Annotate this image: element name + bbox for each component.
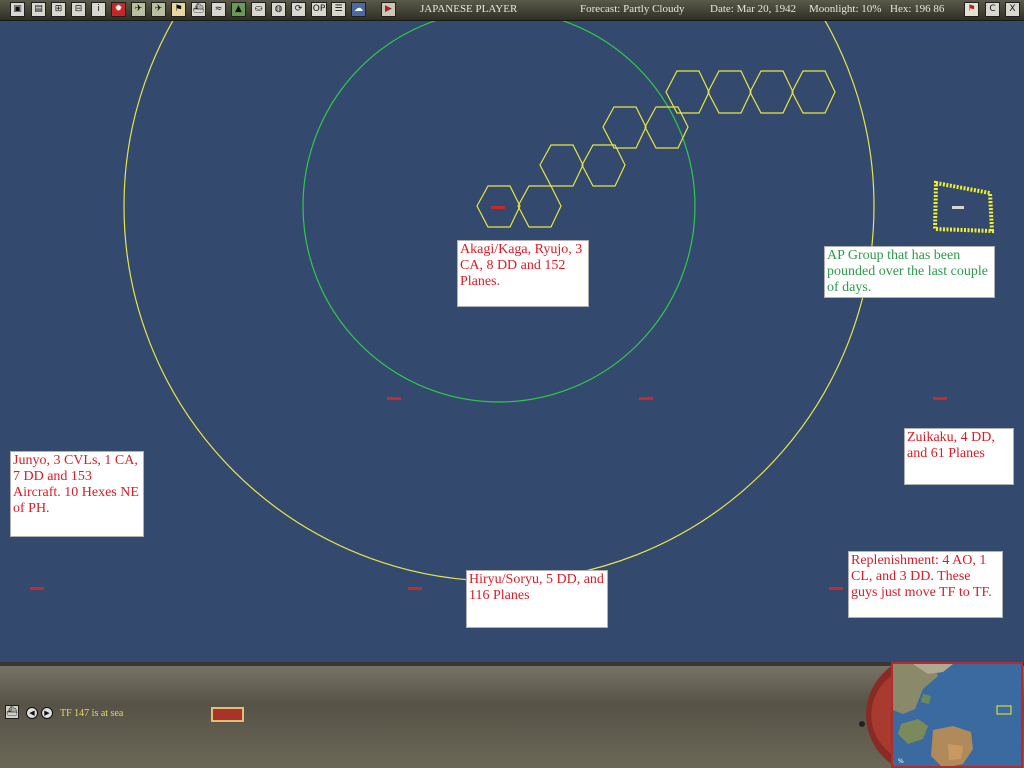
c-button-label: C <box>989 4 996 14</box>
globe-icon[interactable]: ◍ <box>271 2 286 17</box>
top-toolbar: ▣ ▤ ⊞ ⊟ i ✹ ✈ ✈ ⚑ ⛴ ≈ ▲ ⛀ ◍ ⟳ OP ☰ ☁ ▶ J… <box>0 0 1024 21</box>
c-button[interactable]: C <box>985 2 1000 17</box>
junyo-note: Junyo, 3 CVLs, 1 CA, 7 DD and 153 Aircra… <box>10 451 144 537</box>
routes-icon[interactable]: ≈ <box>211 2 226 17</box>
bottom-info-panel: ⛴ ◀ ▶ TF 147 is at sea % <box>0 662 1024 768</box>
air-unit-icon[interactable]: ✈ <box>131 2 146 17</box>
settings-list-icon[interactable]: ☰ <box>331 2 346 17</box>
refresh-icon[interactable]: ⟳ <box>291 2 306 17</box>
moonlight-label: Moonlight: 10% <box>809 3 882 15</box>
minimap-terrain: % <box>893 664 1021 766</box>
ap-group-note: AP Group that has been pounded over the … <box>824 246 995 298</box>
base-list-icon[interactable]: ⊞ <box>51 2 66 17</box>
next-tf-button[interactable]: ▶ <box>41 707 53 719</box>
forecast-label: Forecast: Partly Cloudy <box>580 3 685 15</box>
report-icon[interactable]: ▤ <box>31 2 46 17</box>
convoy-icon[interactable]: ⛀ <box>251 2 266 17</box>
replenishment-note: Replenishment: 4 AO, 1 CL, and 3 DD. The… <box>848 551 1003 618</box>
aircraft-icon[interactable]: ✈ <box>151 2 166 17</box>
tf-marker[interactable] <box>639 397 653 400</box>
player-side-label: JAPANESE PLAYER <box>420 3 518 15</box>
terrain-icon[interactable]: ▲ <box>231 2 246 17</box>
zuikaku-note: Zuikaku, 4 DD, and 61 Planes <box>904 428 1014 485</box>
previous-tf-button[interactable]: ◀ <box>26 707 38 719</box>
ocean-map[interactable]: Akagi/Kaga, Ryujo, 3 CA, 8 DD and 152 Pl… <box>0 21 1024 662</box>
tf-marker[interactable] <box>387 397 401 400</box>
svg-text:%: % <box>898 758 904 765</box>
op-button[interactable]: OP <box>311 2 327 17</box>
tf-marker-ap-group[interactable] <box>952 206 964 209</box>
cloud-icon[interactable]: ☁ <box>351 2 366 17</box>
kido-butai-note: Akagi/Kaga, Ryujo, 3 CA, 8 DD and 152 Pl… <box>457 240 589 307</box>
ship-unit-icon[interactable] <box>211 707 244 722</box>
hiryu-soryu-note: Hiryu/Soryu, 5 DD, and 116 Planes <box>466 570 608 628</box>
end-turn-button[interactable]: ▶ <box>381 2 396 17</box>
close-button-label: X <box>1009 4 1016 14</box>
red-flag-icon[interactable]: ⚑ <box>964 2 979 17</box>
tf-marker-kido-butai[interactable] <box>491 206 505 209</box>
close-button[interactable]: X <box>1005 2 1020 17</box>
hex-coordinate-label: Hex: 196 86 <box>890 3 945 15</box>
ship-icon[interactable]: ⛴ <box>191 2 206 17</box>
info-icon[interactable]: i <box>91 2 106 17</box>
task-force-icon[interactable]: ⛴ <box>5 705 19 719</box>
flag-icon[interactable]: ⚑ <box>171 2 186 17</box>
map-icon[interactable]: ▣ <box>10 2 25 17</box>
movement-hex-path <box>476 70 836 228</box>
tf-marker-zuikaku[interactable] <box>933 397 947 400</box>
tf-marker-junyo[interactable] <box>30 587 44 590</box>
taskforce-list-icon[interactable]: ⊟ <box>71 2 86 17</box>
tf-marker-replenishment[interactable] <box>829 587 843 590</box>
strategic-minimap[interactable]: % <box>891 662 1023 768</box>
tf-status-text: TF 147 is at sea <box>60 708 124 719</box>
rising-sun-flag-icon[interactable]: ✹ <box>111 2 126 17</box>
inner-range-circle <box>302 21 696 403</box>
date-label: Date: Mar 20, 1942 <box>710 3 797 15</box>
op-button-label: OP <box>312 4 326 14</box>
tf-marker-hiryu[interactable] <box>408 587 422 590</box>
